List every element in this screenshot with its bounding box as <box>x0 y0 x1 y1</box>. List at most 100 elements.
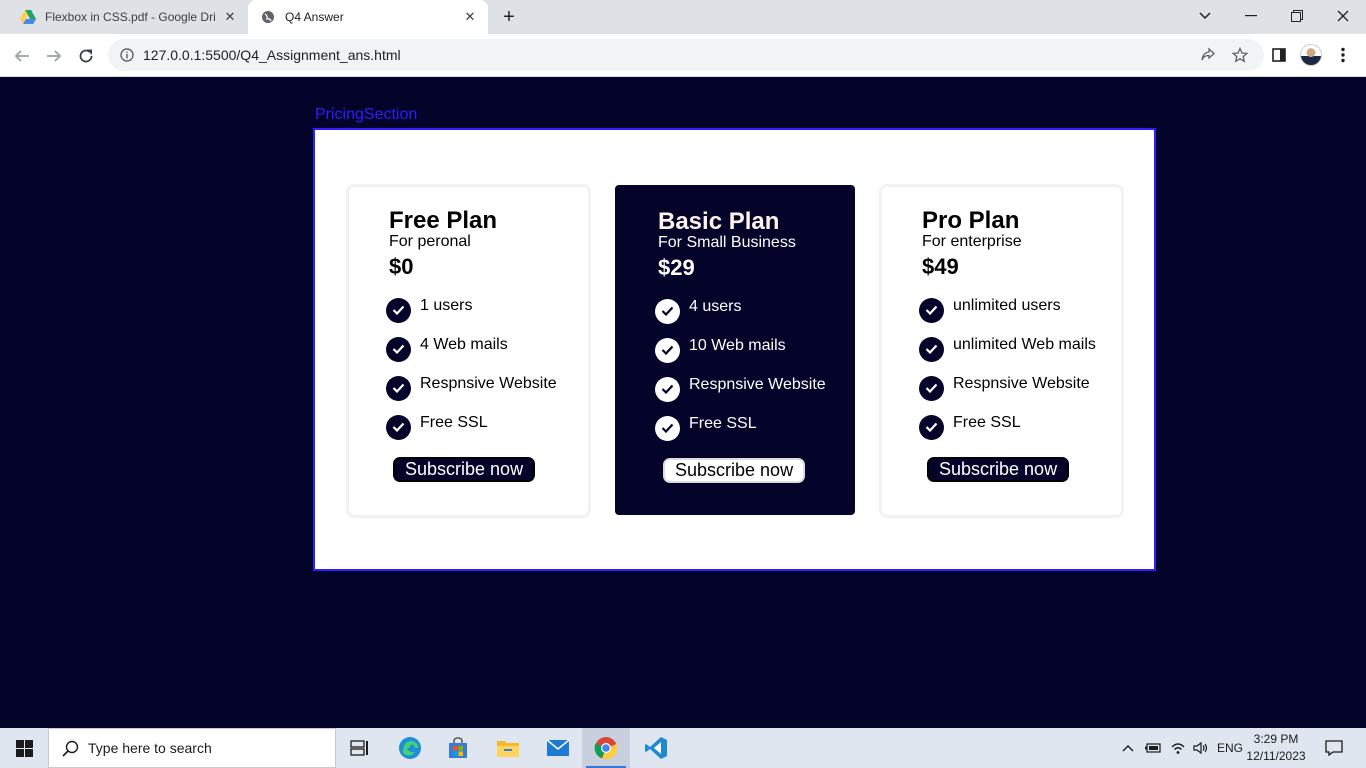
chrome-icon[interactable] <box>582 728 630 768</box>
plan-name: Pro Plan <box>922 207 1020 234</box>
check-icon <box>655 298 680 324</box>
wifi-icon[interactable] <box>1167 728 1189 768</box>
new-tab-button[interactable]: + <box>498 6 520 28</box>
avatar <box>1300 44 1322 66</box>
pricing-card-basic: Basic Plan For Small Business $29 4 user… <box>615 185 855 515</box>
share-icon[interactable] <box>1195 42 1221 68</box>
close-window-icon[interactable] <box>1320 0 1366 32</box>
check-icon <box>386 414 411 440</box>
profile-avatar[interactable] <box>1298 42 1324 68</box>
feature-text: Free SSL <box>420 414 488 431</box>
check-icon <box>919 414 944 440</box>
feature-item: 4 Web mails <box>386 333 508 362</box>
google-drive-icon <box>20 9 36 25</box>
feature-item: Respnsive Website <box>655 373 826 402</box>
tab-title: Q4 Answer <box>285 10 344 24</box>
subscribe-button[interactable]: Subscribe now <box>663 458 806 483</box>
check-icon <box>655 337 680 363</box>
feature-text: Respnsive Website <box>420 375 557 392</box>
language-indicator[interactable]: ENG <box>1214 728 1246 768</box>
tab-strip: Flexbox in CSS.pdf - Google Drive ✕ Q4 A… <box>0 0 1366 34</box>
feature-item: Free SSL <box>655 412 757 441</box>
feature-item: 1 users <box>386 294 473 323</box>
plan-price: $0 <box>389 254 414 279</box>
tab-search-chevron-icon[interactable] <box>1182 0 1228 32</box>
vscode-icon[interactable] <box>632 728 680 768</box>
clock-time: 3:29 PM <box>1253 732 1299 746</box>
feature-text: Respnsive Website <box>953 375 1090 392</box>
plan-price: $49 <box>922 254 959 279</box>
side-panel-icon[interactable] <box>1266 42 1292 68</box>
plan-subtitle: For Small Business <box>658 234 796 251</box>
system-clock[interactable]: 3:29 PM 12/11/2023 <box>1244 731 1308 765</box>
feature-text: unlimited users <box>953 297 1061 314</box>
feature-item: 4 users <box>655 295 742 324</box>
check-icon <box>655 376 680 402</box>
subscribe-button[interactable]: Subscribe now <box>927 457 1070 482</box>
check-icon <box>386 297 411 323</box>
feature-item: Respnsive Website <box>919 372 1090 401</box>
subscribe-button[interactable]: Subscribe now <box>393 457 536 482</box>
address-bar[interactable]: 127.0.0.1:5500/Q4_Assignment_ans.html <box>108 39 1264 71</box>
reload-icon[interactable] <box>72 42 100 70</box>
taskbar: Type here to search ENG 3:29 PM 12/11/20… <box>0 728 1366 768</box>
feature-text: Free SSL <box>953 414 1021 431</box>
file-explorer-icon[interactable] <box>484 728 532 768</box>
close-tab-icon[interactable]: ✕ <box>462 9 478 25</box>
search-placeholder: Type here to search <box>88 740 212 756</box>
tab-q4-answer[interactable]: Q4 Answer ✕ <box>248 0 488 34</box>
search-icon <box>62 740 79 757</box>
menu-kebab-icon[interactable] <box>1330 42 1356 68</box>
battery-icon[interactable] <box>1142 728 1164 768</box>
feature-text: Free SSL <box>689 415 757 432</box>
chevron-up-icon[interactable] <box>1118 728 1138 768</box>
task-view-icon[interactable] <box>336 728 384 768</box>
minimize-icon[interactable] <box>1228 0 1274 32</box>
back-arrow-icon[interactable] <box>8 42 36 70</box>
plan-subtitle: For enterprise <box>922 233 1022 250</box>
check-icon <box>919 297 944 323</box>
plan-name: Free Plan <box>389 207 498 234</box>
feature-item: unlimited users <box>919 294 1061 323</box>
section-label: PricingSection <box>315 106 418 123</box>
edge-icon[interactable] <box>386 728 434 768</box>
feature-item: Respnsive Website <box>386 372 557 401</box>
browser-toolbar: 127.0.0.1:5500/Q4_Assignment_ans.html <box>0 34 1366 77</box>
feature-text: 4 users <box>689 298 742 315</box>
mail-icon[interactable] <box>534 728 582 768</box>
check-icon <box>655 415 680 441</box>
forward-arrow-icon[interactable] <box>40 42 68 70</box>
check-icon <box>386 336 411 362</box>
feature-text: 4 Web mails <box>420 336 508 353</box>
check-icon <box>386 375 411 401</box>
clock-date: 12/11/2023 <box>1246 749 1306 763</box>
tab-title: Flexbox in CSS.pdf - Google Drive <box>45 10 215 24</box>
plan-price: $29 <box>658 255 695 280</box>
site-info-icon[interactable] <box>119 47 135 63</box>
bookmark-star-icon[interactable] <box>1227 42 1253 68</box>
taskbar-search-input[interactable]: Type here to search <box>48 728 336 768</box>
feature-item: 10 Web mails <box>655 334 786 363</box>
close-tab-icon[interactable]: ✕ <box>222 9 238 25</box>
feature-item: Free SSL <box>386 411 488 440</box>
feature-text: 10 Web mails <box>689 337 786 354</box>
url-text: 127.0.0.1:5500/Q4_Assignment_ans.html <box>143 47 401 63</box>
feature-text: unlimited Web mails <box>953 336 1096 353</box>
tab-google-drive[interactable]: Flexbox in CSS.pdf - Google Drive ✕ <box>8 0 248 34</box>
feature-item: unlimited Web mails <box>919 333 1096 362</box>
windows-start-icon[interactable] <box>0 728 48 768</box>
globe-icon <box>260 9 276 25</box>
check-icon <box>919 336 944 362</box>
restore-icon[interactable] <box>1274 0 1320 32</box>
check-icon <box>919 375 944 401</box>
plan-name: Basic Plan <box>658 208 780 235</box>
notification-icon[interactable] <box>1320 728 1348 768</box>
feature-text: 1 users <box>420 297 473 314</box>
feature-item: Free SSL <box>919 411 1021 440</box>
pricing-card-pro: Pro Plan For enterprise $49 unlimited us… <box>879 184 1124 518</box>
pricing-card-free: Free Plan For peronal $0 1 users 4 Web m… <box>346 184 591 518</box>
volume-icon[interactable] <box>1190 728 1212 768</box>
plan-subtitle: For peronal <box>389 233 471 250</box>
store-icon[interactable] <box>434 728 482 768</box>
feature-text: Respnsive Website <box>689 376 826 393</box>
